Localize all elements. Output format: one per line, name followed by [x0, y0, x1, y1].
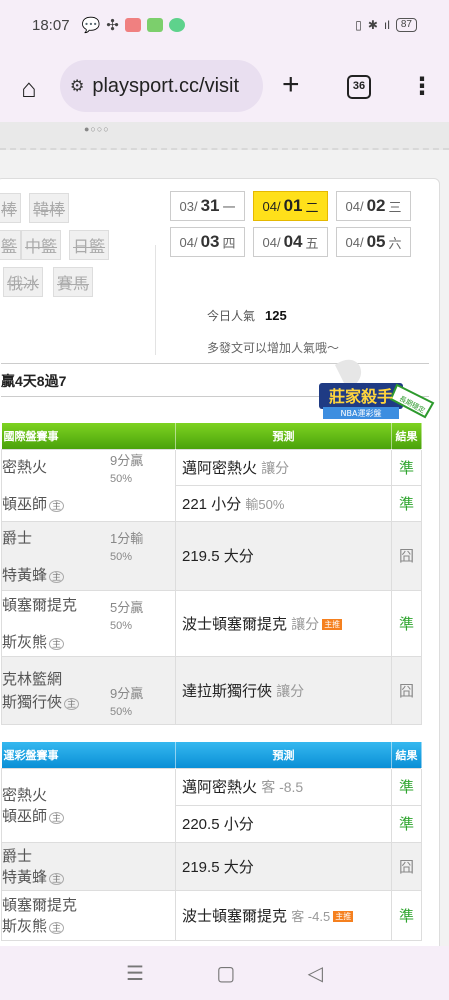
url-text: playsport.cc/visit [92, 74, 240, 97]
match-cell: 密熱火 頓巫師主 [1, 767, 176, 843]
notification-icons: 💬 ✣ [82, 16, 185, 34]
col-header-result: 結果 [391, 423, 422, 449]
league-tab-china-basketball[interactable]: 中籃 [21, 230, 62, 260]
recent-apps-button[interactable]: ☰ [126, 961, 144, 986]
date-button-0331[interactable]: 03/31 一 [170, 191, 245, 221]
result-cell: 準 [391, 767, 422, 806]
home-button[interactable]: ⌂ [14, 74, 44, 104]
odds-text: 9分贏 50% [110, 452, 144, 485]
date-button-0402[interactable]: 04/02 三 [336, 191, 411, 221]
col-header-match: 國際盤賽事 [1, 423, 176, 449]
prediction-cell: 達拉斯獨行俠 讓分 [175, 655, 392, 725]
vibrate-icon: ▯ [355, 18, 362, 32]
fan-icon: ✣ [106, 17, 119, 34]
result-cell: 囧 [391, 841, 422, 891]
league-tab-cut[interactable]: 棒 [0, 193, 22, 223]
back-button[interactable]: ◁ [307, 961, 322, 986]
app-red-icon [124, 18, 141, 32]
result-cell: 準 [391, 448, 422, 486]
prediction-cell: 220.5 小分 [175, 804, 392, 843]
match-cell: 頓塞爾提克 斯灰熊主 [1, 889, 176, 941]
table-row: 頓塞爾提克 斯灰熊主 波士頓塞爾提克 客 -4.5 主推 準 [1, 889, 422, 941]
league-tab-horse-racing[interactable]: 賽馬 [53, 267, 94, 297]
status-bar: 18:07 💬 ✣ ▯ ✱ ıl 87 [0, 0, 449, 50]
predictions-card: 棒 韓棒 籃 中籃 日籃 俄冰 賽馬 03/31 一 04/01 二 04/02 三 … [0, 178, 440, 946]
result-cell: 準 [391, 484, 422, 522]
col-header-match: 運彩盤賽事 [1, 742, 176, 768]
prediction-cell: 波士頓塞爾提克 讓分 主推 [175, 589, 392, 657]
fire-badge: 主推 [322, 619, 343, 631]
col-header-result: 結果 [391, 742, 422, 768]
bookie-killer-badge-icon: 莊家殺手 NBA運彩盤 長期穩定 [319, 359, 435, 419]
clock: 18:07 [32, 16, 70, 34]
home-nav-button[interactable]: ▢ [216, 961, 235, 986]
match-cell: 爵士 特黃蜂主 [1, 841, 176, 891]
table-row: 頓塞爾提克 5分贏 50% 斯灰熊主 波士頓塞爾提克 讓分 主推 準 [1, 589, 422, 657]
battery-icon: 87 [395, 18, 417, 32]
international-odds-table: 國際盤賽事 預測 結果 密熱火 9分贏 50% 頓巫師主 邁阿密熱火 讓分 準 2… [1, 423, 422, 725]
match-cell: 爵士 1分輸 50% 特黃蜂主 [1, 520, 176, 591]
col-header-prediction: 預測 [175, 742, 392, 768]
popularity-tip: 多發文可以增加人氣哦～ [207, 341, 340, 355]
table-row: 爵士 特黃蜂主 219.5 大分 囧 [1, 841, 422, 891]
date-button-0404[interactable]: 04/04 五 [253, 227, 328, 257]
carousel-dots: ●○○○ [84, 124, 110, 134]
odds-text: 5分贏 50% [110, 599, 144, 632]
web-content: ●○○○ 棒 韓棒 籃 中籃 日籃 俄冰 賽馬 03/31 一 04/01 二 04… [0, 122, 449, 946]
new-tab-button[interactable]: + [282, 70, 300, 100]
chat-icon: 💬 [81, 17, 101, 34]
popularity: 今日人氣 125 [207, 308, 287, 323]
svg-text:NBA運彩盤: NBA運彩盤 [341, 408, 382, 418]
date-button-0405[interactable]: 04/05 六 [336, 227, 411, 257]
table-row: 克林籃網 斯獨行俠主 9分贏 50% 達拉斯獨行俠 讓分 囧 [1, 655, 422, 725]
browser-toolbar: ⌂ ⚙ playsport.cc/visit + 36 ⋮ [0, 58, 449, 118]
result-cell: 準 [391, 804, 422, 843]
app-green-icon [146, 18, 163, 32]
table-row: 密熱火 9分贏 50% 頓巫師主 邁阿密熱火 讓分 準 [1, 448, 422, 522]
result-cell: 囧 [391, 520, 422, 591]
prediction-cell: 219.5 大分 [175, 841, 392, 891]
odds-text: 9分贏 50% [110, 685, 144, 718]
date-button-0403[interactable]: 04/03 四 [170, 227, 245, 257]
match-cell: 頓塞爾提克 5分贏 50% 斯灰熊主 [1, 589, 176, 657]
system-nav-bar: ☰ ▢ ◁ [0, 946, 449, 1000]
date-button-0401[interactable]: 04/01 二 [253, 191, 328, 221]
address-bar[interactable]: ⚙ playsport.cc/visit [60, 60, 263, 112]
league-tab-russia-hockey[interactable]: 俄冰 [3, 267, 44, 297]
prediction-cell: 221 小分 輸50% [175, 484, 392, 522]
prediction-cell: 邁阿密熱火 客 -8.5 [175, 767, 392, 806]
prediction-cell: 219.5 大分 [175, 520, 392, 591]
bluetooth-icon: ✱ [367, 18, 378, 32]
result-cell: 準 [391, 889, 422, 941]
result-cell: 囧 [391, 655, 422, 725]
site-settings-icon[interactable]: ⚙ [70, 76, 84, 96]
overflow-menu-button[interactable]: ⋮ [410, 72, 434, 102]
divider [155, 245, 156, 355]
col-header-prediction: 預測 [175, 423, 392, 449]
signal-icon: ıl [383, 18, 390, 32]
sports-lottery-table: 運彩盤賽事 預測 結果 密熱火 頓巫師主 邁阿密熱火 客 -8.5 準 220.… [1, 742, 422, 941]
league-tab-japan-basketball[interactable]: 日籃 [69, 230, 110, 260]
league-tab-korea-baseball[interactable]: 韓棒 [29, 193, 70, 223]
prediction-cell: 邁阿密熱火 讓分 [175, 448, 392, 486]
prediction-cell: 波士頓塞爾提克 客 -4.5 主推 [175, 889, 392, 941]
odds-text: 1分輸 50% [110, 530, 144, 563]
match-cell: 密熱火 9分贏 50% 頓巫師主 [1, 448, 176, 522]
match-cell: 克林籃網 斯獨行俠主 9分贏 50% [1, 655, 176, 725]
table-row: 爵士 1分輸 50% 特黃蜂主 219.5 大分 囧 [1, 520, 422, 591]
table-row: 密熱火 頓巫師主 邁阿密熱火 客 -8.5 準 [1, 767, 422, 843]
system-icons: ▯ ✱ ıl 87 [355, 18, 417, 32]
carousel-strip: ●○○○ [0, 122, 449, 150]
tab-switcher-button[interactable]: 36 [347, 75, 371, 99]
league-tab-cut2[interactable]: 籃 [0, 230, 22, 260]
svg-text:莊家殺手: 莊家殺手 [329, 387, 393, 406]
app-line-icon [168, 18, 185, 32]
fire-badge: 主推 [333, 911, 354, 923]
result-cell: 準 [391, 589, 422, 657]
